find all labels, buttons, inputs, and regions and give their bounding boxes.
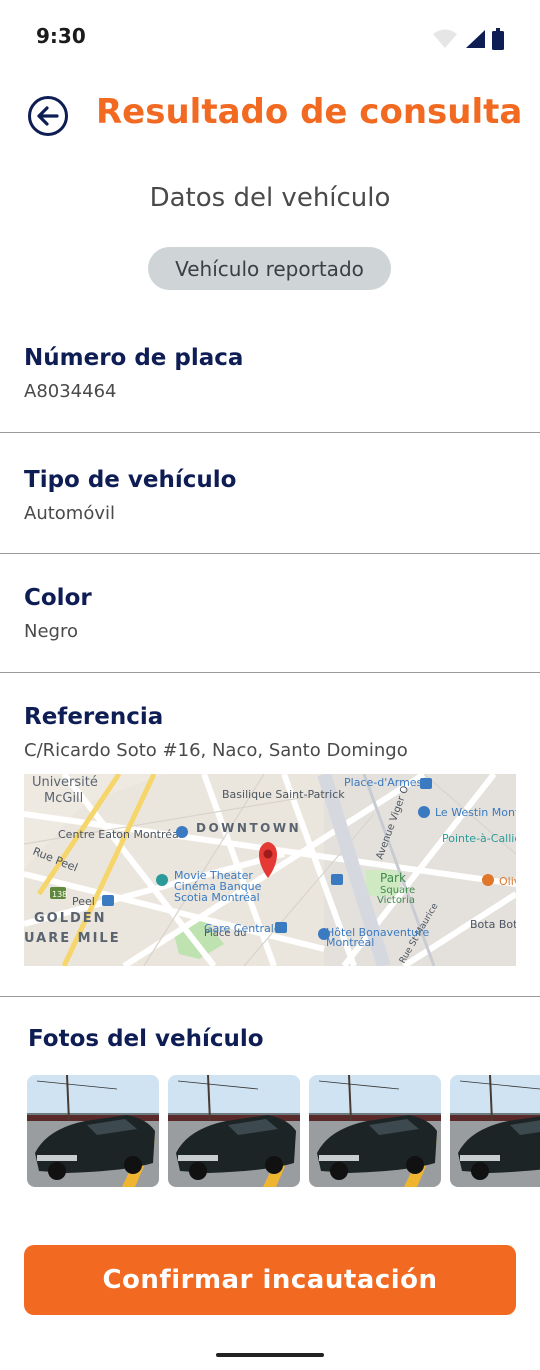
battery-icon (492, 28, 504, 50)
home-indicator[interactable] (216, 1353, 324, 1357)
arrow-left-icon (37, 106, 59, 126)
map-label: Montréal (326, 936, 374, 949)
map-label: Basilique Saint-Patrick (222, 788, 345, 801)
vehicle-type-label: Tipo de vehículo (24, 467, 237, 493)
map-label: Place-d'Armes (344, 776, 423, 789)
map-label: GOLDEN (34, 911, 107, 926)
vehicle-type-value: Automóvil (24, 503, 115, 524)
reference-label: Referencia (24, 704, 164, 730)
map-label: Victoria (377, 895, 415, 906)
divider (0, 553, 540, 554)
vehicle-photo[interactable] (450, 1075, 540, 1187)
vehicle-photo[interactable] (27, 1075, 159, 1187)
map-label: DOWNTOWN (196, 821, 301, 835)
map-label: Peel (72, 895, 95, 908)
back-button[interactable] (28, 96, 68, 136)
plate-label: Número de placa (24, 345, 244, 371)
photos-title: Fotos del vehículo (28, 1026, 264, 1052)
divider (0, 672, 540, 673)
map-label: Le Westin Mont (435, 806, 516, 819)
color-label: Color (24, 585, 92, 611)
divider (0, 432, 540, 433)
plate-value: A8034464 (24, 381, 117, 402)
vehicle-photo[interactable] (168, 1075, 300, 1187)
map-label: Scotia Montréal (174, 891, 260, 904)
status-badge: Vehículo reportado (148, 247, 391, 290)
signal-icon (466, 30, 485, 48)
location-map[interactable]: Université McGill GOLDEN UARE MILE DOWNT… (24, 774, 516, 966)
page-title: Resultado de consulta (96, 92, 523, 132)
map-label: Gare Centrale (204, 922, 281, 935)
map-label: Université (32, 775, 98, 790)
map-label: Centre Eaton Montréal (58, 828, 182, 841)
color-value: Negro (24, 621, 78, 642)
map-label: UARE MILE (24, 931, 121, 946)
route-shield: 138 (52, 890, 67, 899)
status-icons (432, 28, 504, 50)
section-title: Datos del vehículo (149, 183, 391, 213)
map-label: Pointe-à-Callié (442, 832, 516, 845)
divider (0, 996, 540, 997)
map-label: Park (380, 871, 406, 885)
map-label: Oliv (499, 875, 516, 888)
confirm-seizure-button[interactable]: Confirmar incautación (24, 1245, 516, 1315)
wifi-icon (433, 29, 457, 48)
map-label: McGill (44, 791, 83, 806)
reference-value: C/Ricardo Soto #16, Naco, Santo Domingo (24, 740, 408, 761)
vehicle-photo[interactable] (309, 1075, 441, 1187)
status-time: 9:30 (36, 24, 86, 48)
map-label: Bota Bota (470, 918, 516, 931)
